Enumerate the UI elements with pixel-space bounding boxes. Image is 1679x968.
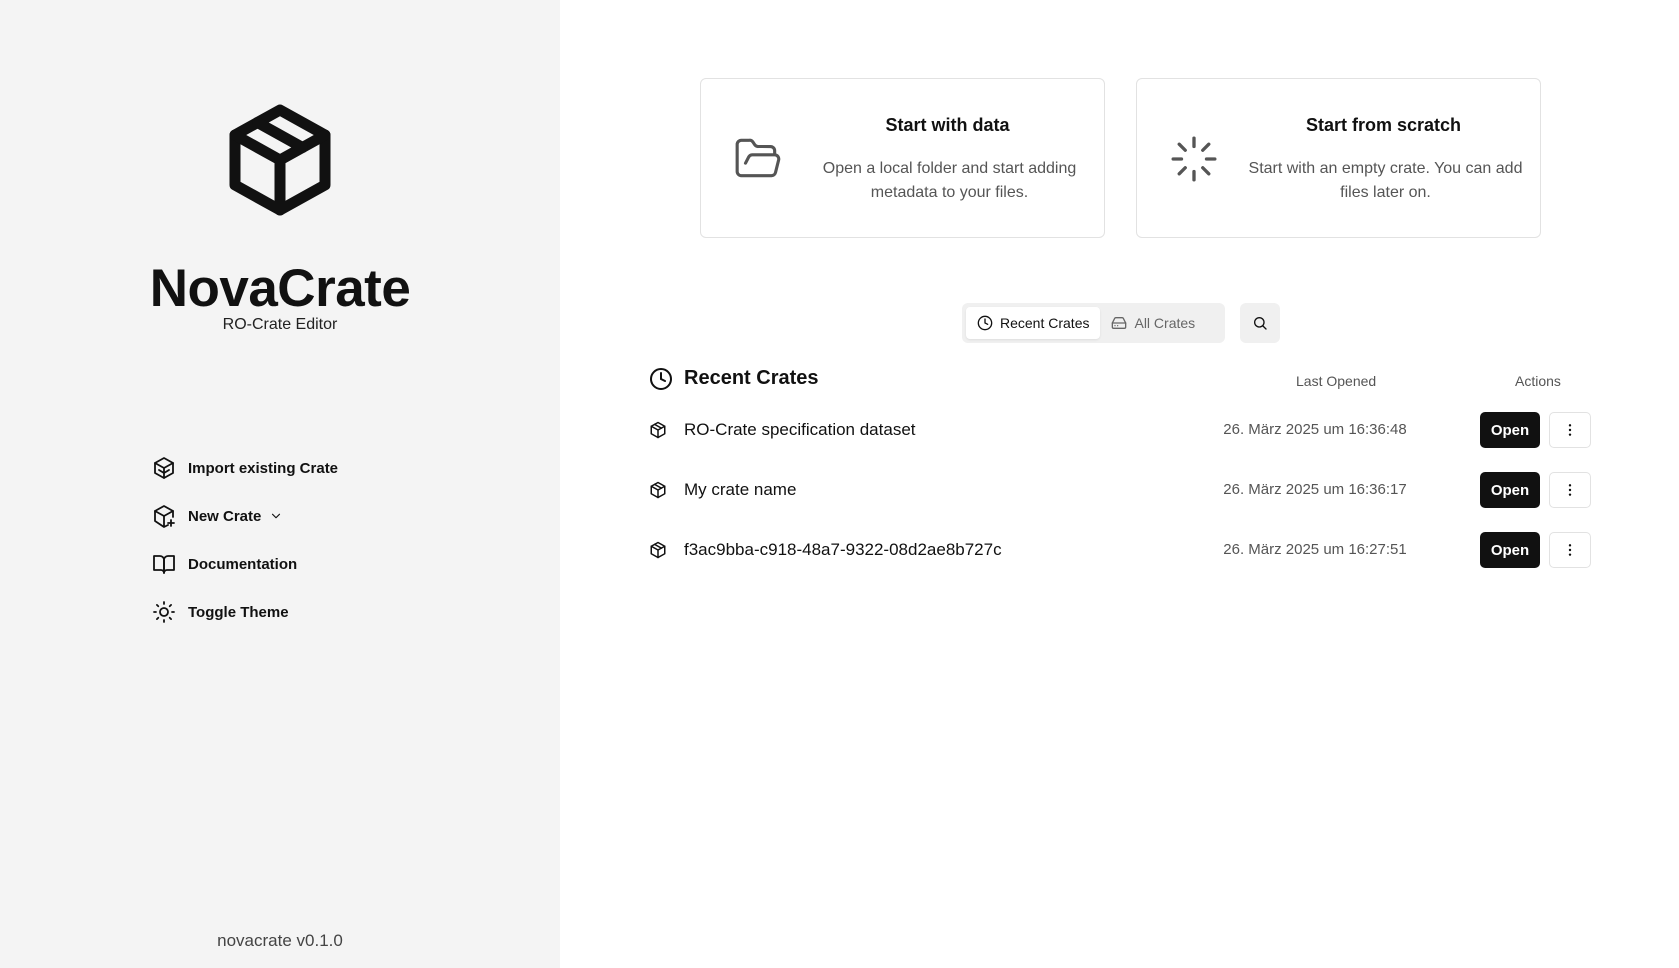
- tab-all-crates[interactable]: All Crates: [1100, 307, 1206, 339]
- crate-name: RO-Crate specification dataset: [684, 420, 916, 439]
- more-vertical-icon: [1568, 424, 1572, 436]
- app-version: novacrate v0.1.0: [217, 931, 343, 950]
- last-opened-date: 26. März 2025 um 16:36:17: [1223, 481, 1407, 498]
- tab-label: Recent Crates: [1000, 315, 1090, 331]
- column-header-actions: Actions: [1515, 373, 1561, 389]
- open-button[interactable]: Open: [1480, 412, 1540, 448]
- loader-icon: [1171, 136, 1217, 182]
- toggle-theme-button[interactable]: Toggle Theme: [152, 588, 338, 636]
- package-icon: [650, 421, 666, 439]
- app-subtitle: RO-Crate Editor: [222, 316, 338, 333]
- crate-tabs: Recent Crates All Crates: [962, 303, 1225, 343]
- new-crate-label: New Crate: [188, 507, 262, 525]
- more-actions-button[interactable]: [1549, 532, 1591, 568]
- crate-name: f3ac9bba-c918-48a7-9322-08d2ae8b727c: [684, 540, 1002, 559]
- table-row: My crate name 26. März 2025 um 16:36:17 …: [649, 470, 1594, 510]
- package-plus-icon: [154, 505, 175, 528]
- more-actions-button[interactable]: [1549, 472, 1591, 508]
- folder-open-icon: [735, 138, 781, 178]
- card-title: Start with data: [885, 115, 1010, 135]
- start-from-scratch-card[interactable]: Start from scratch Start with an empty c…: [1136, 78, 1541, 238]
- hard-drive-icon: [1112, 317, 1127, 329]
- clock-icon: [977, 315, 993, 331]
- package-import-icon: [154, 457, 174, 479]
- chevron-down-icon: [272, 513, 281, 519]
- card-title: Start from scratch: [1305, 115, 1462, 135]
- column-header-last-opened: Last Opened: [1296, 373, 1377, 389]
- tab-label: All Crates: [1134, 315, 1196, 331]
- sidebar-nav: Import existing Crate New Crate Document…: [152, 444, 338, 636]
- tab-recent-crates[interactable]: Recent Crates: [966, 307, 1101, 339]
- card-description: Start with an empty crate. You can add f…: [1248, 160, 1523, 201]
- open-button[interactable]: Open: [1480, 472, 1540, 508]
- import-crate-button[interactable]: Import existing Crate: [152, 444, 338, 492]
- package-icon: [650, 541, 666, 559]
- list-title: Recent Crates: [684, 367, 819, 389]
- card-description: Open a local folder and start adding met…: [822, 160, 1077, 201]
- sidebar: NovaCrate RO-Crate Editor Import existin…: [0, 0, 560, 968]
- last-opened-date: 26. März 2025 um 16:36:48: [1223, 421, 1407, 438]
- start-with-data-card[interactable]: Start with data Open a local folder and …: [700, 78, 1105, 238]
- open-button[interactable]: Open: [1480, 532, 1540, 568]
- table-row: f3ac9bba-c918-48a7-9322-08d2ae8b727c 26.…: [649, 530, 1594, 570]
- toggle-theme-label: Toggle Theme: [188, 603, 289, 621]
- clock-icon: [650, 368, 672, 390]
- package-icon: [229, 104, 331, 216]
- crate-name: My crate name: [684, 480, 797, 499]
- search-button[interactable]: [1240, 303, 1280, 343]
- more-actions-button[interactable]: [1549, 412, 1591, 448]
- documentation-link[interactable]: Documentation: [152, 540, 338, 588]
- table-row: RO-Crate specification dataset 26. März …: [649, 410, 1594, 450]
- import-crate-label: Import existing Crate: [188, 459, 339, 477]
- more-vertical-icon: [1568, 484, 1572, 496]
- app-title: NovaCrate: [149, 259, 411, 318]
- sun-icon: [153, 601, 175, 623]
- search-icon: [1254, 317, 1267, 330]
- new-crate-dropdown[interactable]: New Crate: [152, 492, 338, 540]
- last-opened-date: 26. März 2025 um 16:27:51: [1223, 541, 1407, 558]
- more-vertical-icon: [1568, 544, 1572, 556]
- book-open-icon: [153, 555, 175, 574]
- documentation-label: Documentation: [188, 555, 298, 573]
- package-icon: [650, 481, 666, 499]
